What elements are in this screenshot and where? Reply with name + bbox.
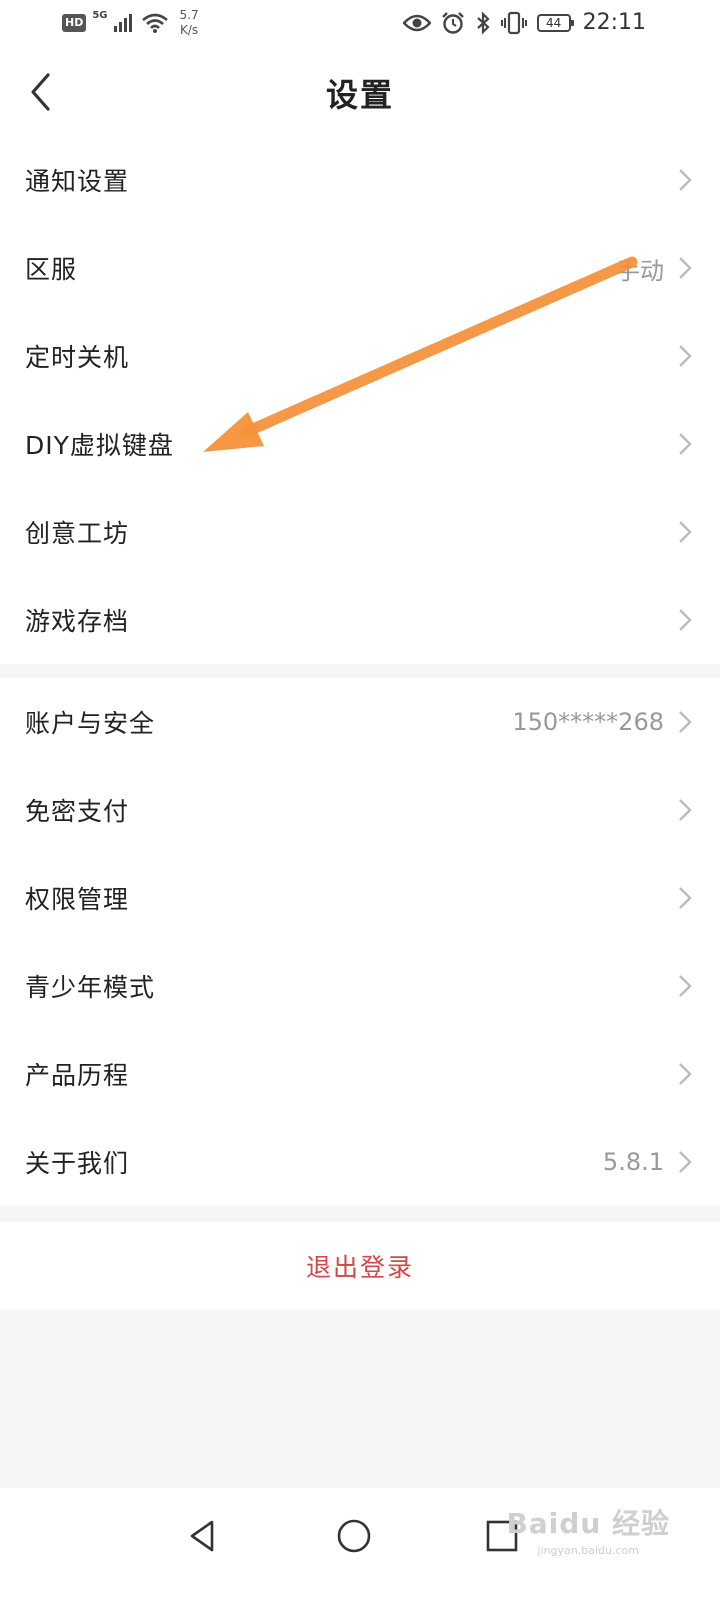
- battery-level: 44: [545, 15, 562, 30]
- row-label: 青少年模式: [25, 973, 156, 1002]
- chevron-right-icon: [679, 521, 692, 543]
- chevron-right-icon: [679, 1151, 692, 1173]
- chevron-right-icon: [679, 887, 692, 909]
- battery-icon: 44: [536, 13, 574, 32]
- row-label: 定时关机: [25, 343, 130, 372]
- hd-icon: HD: [62, 14, 87, 32]
- network-type-label: 5G: [92, 10, 108, 21]
- wifi-icon: [141, 13, 168, 33]
- chevron-right-icon: [679, 975, 692, 997]
- chevron-right-icon: [679, 433, 692, 455]
- setting-game-saves[interactable]: 游戏存档: [0, 576, 720, 664]
- home-circle-icon: [337, 1519, 371, 1553]
- network-speed: 5.7 K/s: [180, 8, 199, 38]
- nav-back-button[interactable]: [170, 1504, 234, 1568]
- logout-button[interactable]: 退出登录: [0, 1222, 720, 1310]
- chevron-right-icon: [679, 711, 692, 733]
- setting-product-history[interactable]: 产品历程: [0, 1030, 720, 1118]
- version-value: 5.8.1: [602, 1148, 664, 1176]
- setting-password-free-payment[interactable]: 免密支付: [0, 766, 720, 854]
- row-label: 游戏存档: [25, 607, 130, 636]
- signal-icon: [113, 14, 132, 32]
- vibrate-icon: [500, 11, 527, 34]
- setting-about-us[interactable]: 关于我们 5.8.1: [0, 1118, 720, 1206]
- setting-notification[interactable]: 通知设置: [0, 136, 720, 224]
- settings-group-2: 账户与安全 150*****268 免密支付 权限管理 青少年模式 产品历程 关…: [0, 678, 720, 1206]
- account-phone-value: 150*****268: [512, 708, 664, 736]
- row-label: 区服: [25, 255, 78, 284]
- speed-unit: K/s: [179, 23, 199, 37]
- status-right: 44 22:11: [402, 10, 646, 35]
- status-bar: HD 5G 5.7 K/s 44 22:11: [0, 0, 720, 48]
- row-label: 账户与安全: [25, 709, 156, 738]
- setting-server[interactable]: 区服 手动: [0, 224, 720, 312]
- chevron-right-icon: [679, 799, 692, 821]
- watermark-sub: jingyan.baidu.com: [537, 1544, 639, 1557]
- row-label: 创意工坊: [25, 519, 130, 548]
- chevron-right-icon: [679, 257, 692, 279]
- bluetooth-icon: [476, 10, 490, 35]
- status-time: 22:11: [582, 10, 646, 35]
- setting-scheduled-shutdown[interactable]: 定时关机: [0, 312, 720, 400]
- setting-account-security[interactable]: 账户与安全 150*****268: [0, 678, 720, 766]
- navigation-bar: Baidu 经验 jingyan.baidu.com: [0, 1488, 720, 1600]
- eye-icon: [402, 14, 431, 31]
- chevron-right-icon: [679, 169, 692, 191]
- page-title: 设置: [325, 76, 394, 114]
- chevron-right-icon: [679, 1063, 692, 1085]
- setting-permissions[interactable]: 权限管理: [0, 854, 720, 942]
- alarm-icon: [441, 11, 464, 34]
- server-value: 手动: [616, 256, 664, 285]
- settings-group-1: 通知设置 区服 手动 定时关机 DIY虚拟键盘 创意工坊 游戏存档: [0, 136, 720, 664]
- status-left: HD 5G 5.7 K/s: [62, 8, 199, 38]
- row-label: 免密支付: [25, 797, 130, 826]
- header: 设置: [0, 48, 720, 136]
- setting-teen-mode[interactable]: 青少年模式: [0, 942, 720, 1030]
- row-label: 关于我们: [25, 1149, 130, 1178]
- back-triangle-icon: [190, 1520, 214, 1552]
- row-label: 权限管理: [25, 885, 130, 914]
- setting-creative-workshop[interactable]: 创意工坊: [0, 488, 720, 576]
- logout-label: 退出登录: [305, 1253, 414, 1282]
- row-label: 产品历程: [25, 1061, 130, 1090]
- row-label: DIY虚拟键盘: [25, 431, 174, 460]
- chevron-right-icon: [679, 609, 692, 631]
- watermark: Baidu 经验 jingyan.baidu.com: [506, 1502, 670, 1557]
- speed-value: 5.7: [179, 8, 199, 22]
- nav-home-button[interactable]: [322, 1504, 386, 1568]
- watermark-main: Baidu 经验: [506, 1507, 670, 1540]
- setting-diy-keyboard[interactable]: DIY虚拟键盘: [0, 400, 720, 488]
- row-label: 通知设置: [25, 167, 130, 196]
- chevron-right-icon: [679, 345, 692, 367]
